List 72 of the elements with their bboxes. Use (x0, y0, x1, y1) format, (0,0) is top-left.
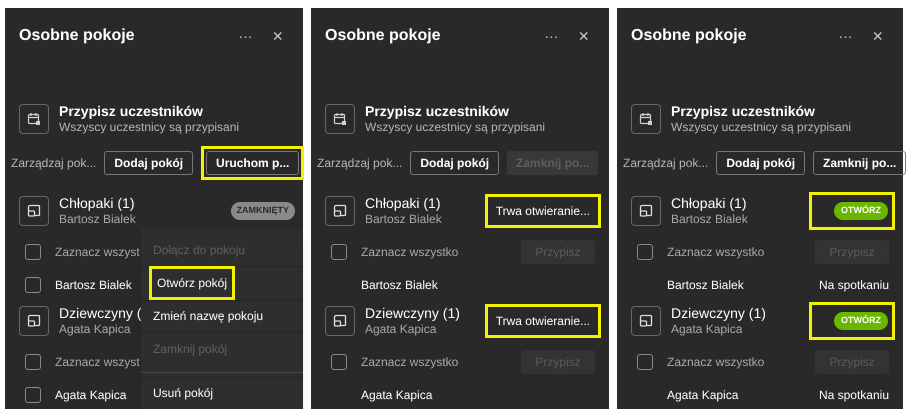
presence-status: Na spotkaniu (818, 277, 889, 294)
checkbox[interactable] (25, 244, 41, 260)
assign-title[interactable]: Przypisz uczestników (365, 102, 546, 120)
room-participants: Bartosz Bialek (671, 212, 748, 227)
menu-item[interactable]: Usuń pokój (149, 380, 218, 406)
room-participants: Agata Kapica (59, 322, 132, 337)
calendar-icon (19, 104, 49, 134)
participant-name: Agata Kapica (55, 387, 126, 404)
panel-title: Osobne pokoje (631, 26, 747, 46)
room-action-button[interactable]: Dodaj pokój (410, 151, 500, 175)
more-options-button[interactable]: ··· (234, 26, 256, 46)
room-status: Trwa otwieranie... (496, 313, 590, 330)
close-button[interactable]: × (272, 22, 283, 50)
calendar-icon (325, 104, 355, 134)
room-action-button[interactable]: Uruchom p... (206, 151, 300, 175)
select-all-label: Zaznacz wszystko (361, 244, 458, 261)
room-action-button[interactable]: Zamknij po... (813, 151, 906, 175)
room-action-button[interactable]: Dodaj pokój (716, 151, 806, 175)
participant-name: Bartosz Bialek (55, 277, 132, 294)
menu-item[interactable]: Zmień nazwę pokoju (149, 303, 268, 330)
checkbox[interactable] (331, 244, 347, 260)
room-icon (631, 196, 661, 226)
checkbox[interactable] (331, 354, 347, 370)
room-name[interactable]: Chłopaki (1) (365, 195, 442, 212)
room-participants: Bartosz Bialek (365, 212, 442, 227)
close-button[interactable]: × (578, 22, 589, 50)
assign-subtitle: Wszyscy uczestnicy są przypisani (671, 120, 852, 135)
calendar-icon (631, 104, 661, 134)
select-all-label: Zaznacz wszyst (55, 354, 140, 371)
room-name[interactable]: Chłopaki (1) (59, 195, 136, 212)
panel-title: Osobne pokoje (325, 26, 441, 46)
room-name[interactable]: Dziewczyny ( (59, 305, 142, 322)
room-action-button[interactable]: Dodaj pokój (104, 151, 194, 175)
checkbox[interactable] (637, 244, 653, 260)
panel-title: Osobne pokoje (19, 26, 135, 46)
room-icon (631, 306, 661, 336)
checkbox[interactable] (25, 354, 41, 370)
manage-rooms-label: Zarządzaj pok... (11, 155, 96, 172)
participant-name: Bartosz Bialek (667, 277, 744, 294)
status-badge: ZAMKNIĘTY (230, 202, 295, 220)
checkbox[interactable] (25, 387, 41, 403)
more-options-button[interactable]: ··· (540, 26, 562, 46)
assign-title[interactable]: Przypisz uczestników (671, 102, 852, 120)
room-icon (325, 306, 355, 336)
room-name[interactable]: Chłopaki (1) (671, 195, 748, 212)
assign-subtitle: Wszyscy uczestnicy są przypisani (59, 120, 240, 135)
presence-status: Na spotkaniu (818, 387, 889, 404)
checkbox[interactable] (637, 354, 653, 370)
select-all-label: Zaznacz wszystko (667, 244, 764, 261)
select-all-label: Zaznacz wszyst (55, 244, 140, 261)
manage-rooms-label: Zarządzaj pok... (623, 155, 708, 172)
room-icon (19, 306, 49, 336)
select-all-label: Zaznacz wszystko (361, 354, 458, 371)
more-options-button[interactable]: ··· (834, 26, 856, 46)
room-icon (19, 196, 49, 226)
assign-title[interactable]: Przypisz uczestników (59, 102, 240, 120)
participant-name: Agata Kapica (361, 387, 432, 404)
room-name[interactable]: Dziewczyny (1) (365, 305, 460, 322)
room-participants: Agata Kapica (365, 322, 438, 337)
room-icon (325, 196, 355, 226)
menu-item[interactable]: Otwórz pokój (153, 270, 232, 296)
close-button[interactable]: × (872, 22, 883, 50)
assign-subtitle: Wszyscy uczestnicy są przypisani (365, 120, 546, 135)
select-all-label: Zaznacz wszystko (667, 354, 764, 371)
room-name[interactable]: Dziewczyny (1) (671, 305, 766, 322)
room-participants: Bartosz Bialek (59, 212, 136, 227)
checkbox[interactable] (25, 277, 41, 293)
room-status: Trwa otwieranie... (496, 203, 590, 220)
participant-name: Bartosz Bialek (361, 277, 438, 294)
manage-rooms-label: Zarządzaj pok... (317, 155, 402, 172)
participant-name: Agata Kapica (667, 387, 738, 404)
room-participants: Agata Kapica (671, 322, 744, 337)
